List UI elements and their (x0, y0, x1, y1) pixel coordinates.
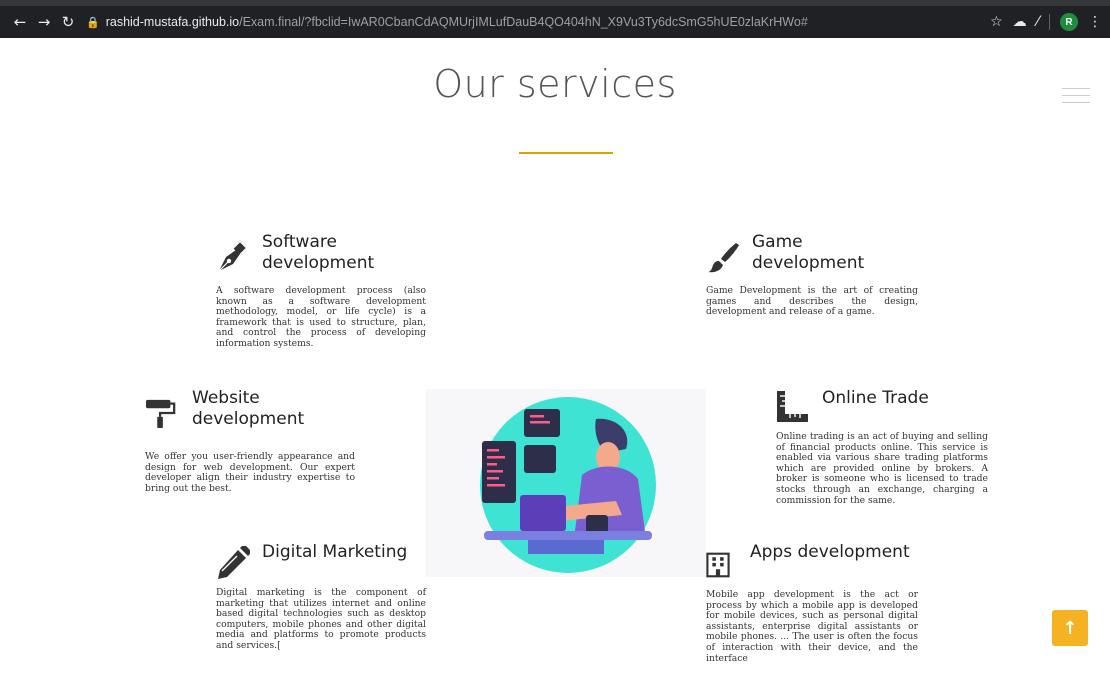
pencil-icon (218, 546, 250, 579)
service-description: We offer you user-friendly appearance an… (145, 451, 355, 494)
building-icon (706, 552, 730, 578)
service-title: development (752, 253, 865, 273)
service-online-trade: Online Trade Online trading is an act of… (776, 388, 988, 506)
reload-icon[interactable]: ↻ (56, 13, 80, 31)
toolbar-separator (1049, 14, 1050, 30)
service-description: Digital marketing is the component of ma… (216, 587, 426, 651)
service-description: Online trading is an act of buying and s… (776, 431, 988, 506)
ruler-combined-icon (777, 391, 808, 422)
service-description: Game Development is the art of creating … (706, 285, 918, 318)
url-path: /Exam.final/?fbclid=IwAR0CbanCdAQMUrjIML… (239, 15, 808, 29)
back-to-top-button[interactable]: ↑ (1052, 610, 1088, 646)
service-title: Software (262, 232, 337, 252)
service-description: Mobile app development is the act or pro… (706, 589, 918, 664)
page-content: Our services Software development A soft… (0, 38, 1110, 678)
service-game-development: Game development Game Development is the… (706, 232, 918, 318)
service-title: Apps development (750, 542, 910, 562)
service-title: Digital Marketing (262, 542, 408, 562)
color-picker-icon[interactable]: ⁄ (1037, 14, 1039, 30)
url-host: rashid-mustafa.github.io (105, 15, 240, 29)
extension-icon[interactable]: ☁ (1013, 14, 1027, 30)
service-apps-development: Apps development Mobile app development … (706, 542, 918, 664)
address-bar[interactable]: 🔒 rashid-mustafa.github.io/Exam.final/?f… (86, 10, 990, 34)
page-title: Our services (433, 62, 677, 106)
arrow-up-icon: ↑ (1062, 617, 1078, 639)
hamburger-menu-icon[interactable] (1062, 88, 1090, 109)
service-title: Online Trade (822, 388, 929, 408)
profile-avatar[interactable]: R (1060, 13, 1078, 31)
lock-icon: 🔒 (86, 16, 100, 29)
service-digital-marketing: Digital Marketing Digital marketing is t… (216, 542, 426, 652)
forward-arrow-icon[interactable]: → (32, 13, 56, 31)
service-description: A software development process (also kno… (216, 285, 426, 349)
service-title: Game (752, 232, 803, 252)
service-website-development: Website development We offer you user-fr… (145, 388, 355, 494)
browser-toolbar: ← → ↻ 🔒 rashid-mustafa.github.io/Exam.fi… (0, 0, 1110, 38)
service-title: development (192, 409, 305, 429)
service-software-development: Software development A software developm… (216, 232, 426, 350)
paint-brush-icon (708, 243, 739, 273)
paint-roller-icon (145, 399, 176, 429)
service-title: development (262, 253, 375, 273)
back-arrow-icon[interactable]: ← (8, 13, 32, 31)
menu-dots-icon[interactable]: ⋮ (1088, 14, 1102, 30)
pen-nib-icon (218, 242, 246, 272)
bookmark-star-icon[interactable]: ☆ (990, 14, 1003, 30)
title-underline (519, 152, 613, 154)
developer-illustration (480, 397, 656, 573)
service-title: Website (192, 388, 260, 408)
hero-illustration (426, 389, 706, 577)
